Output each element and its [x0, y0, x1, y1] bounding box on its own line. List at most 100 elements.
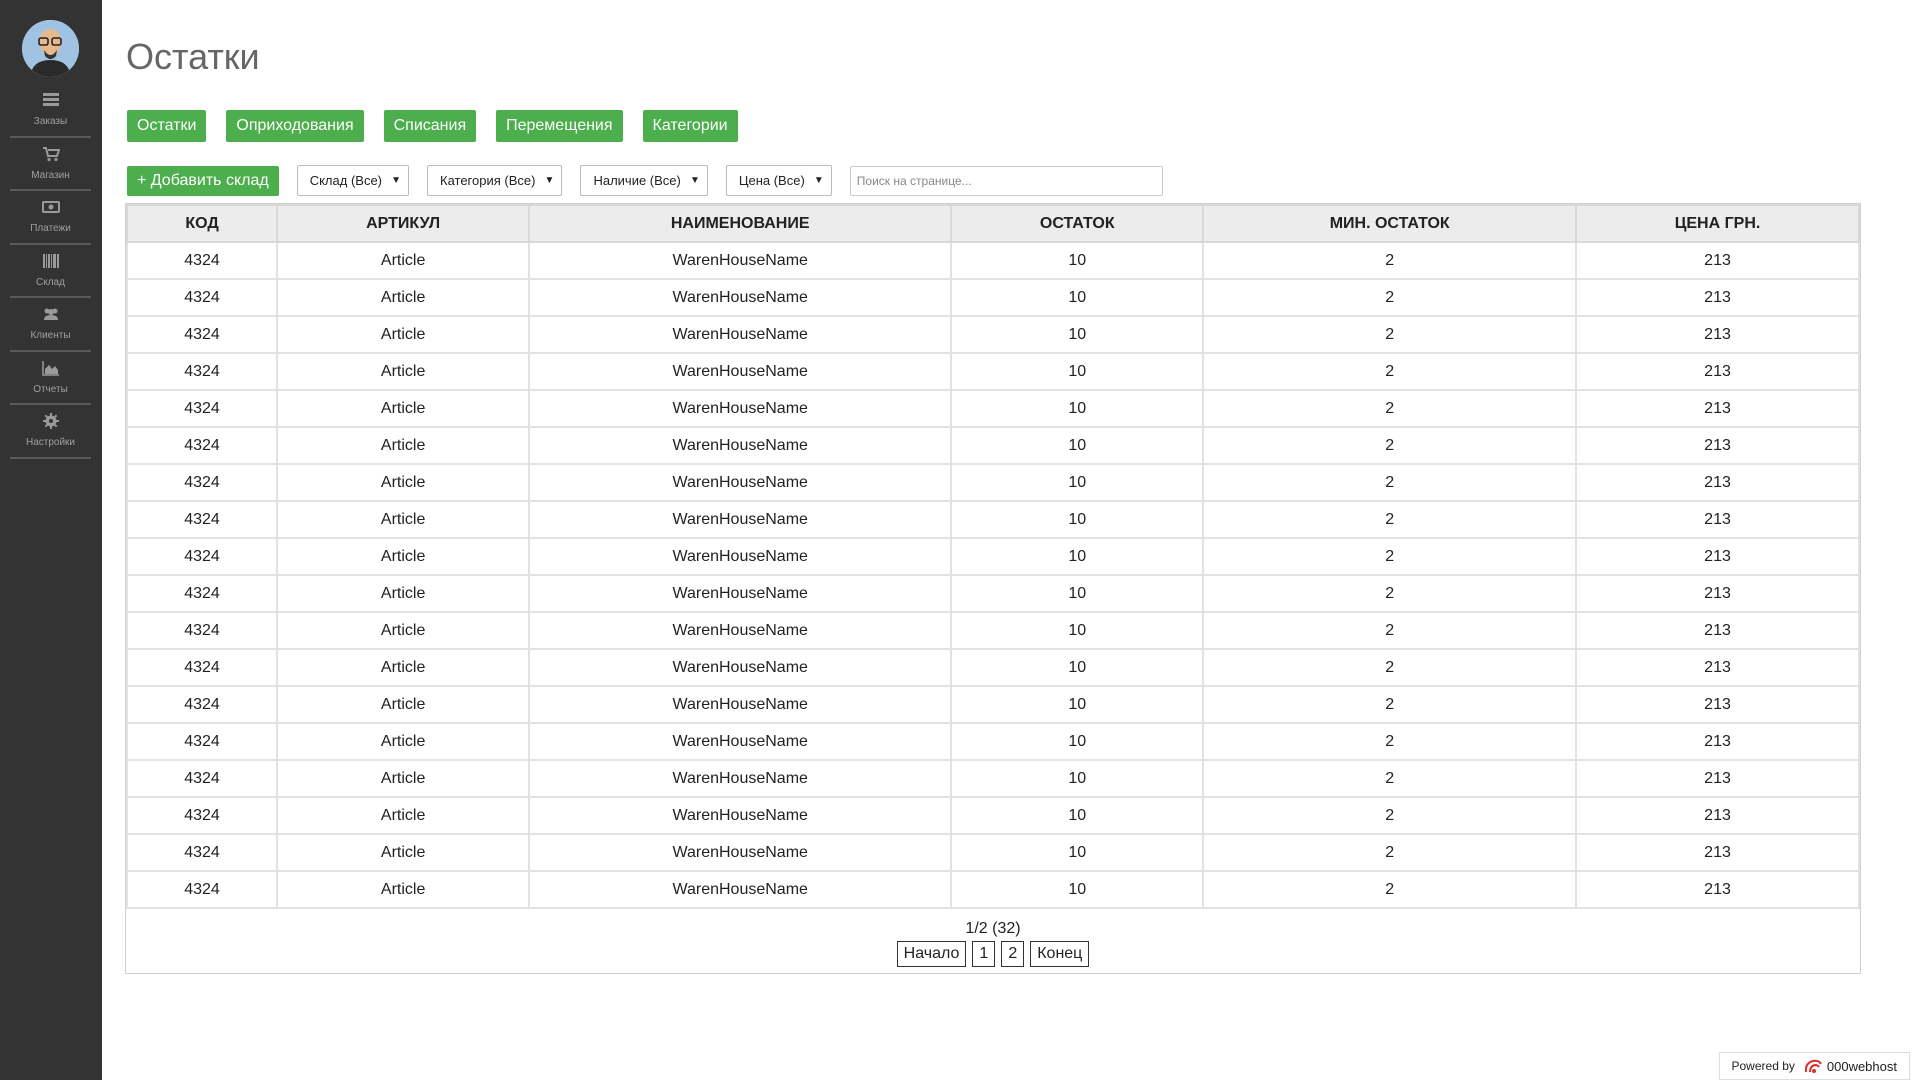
pagination-buttons: Начало 12 Конец: [126, 941, 1860, 967]
table-cell: 213: [1575, 315, 1860, 354]
table-cell: 2: [1202, 315, 1578, 354]
tab-1[interactable]: Остатки: [127, 110, 207, 142]
table-cell: 10: [950, 722, 1205, 761]
filter-select-1[interactable]: Склад (Все) ▼: [296, 165, 409, 196]
table-cell: 10: [950, 352, 1205, 391]
table-row[interactable]: 4324 Article WarenHouseName 10 2 213: [125, 426, 1860, 465]
table-cell: 10: [950, 389, 1205, 428]
table-row[interactable]: 4324 Article WarenHouseName 10 2 213: [125, 574, 1860, 613]
table-row[interactable]: 4324 Article WarenHouseName 10 2 213: [125, 759, 1860, 798]
table-cell: WarenHouseName: [528, 611, 953, 650]
table-cell: 2: [1202, 537, 1578, 576]
avatar[interactable]: [22, 20, 79, 77]
page-number-button[interactable]: 1: [972, 941, 996, 967]
table-row[interactable]: 4324 Article WarenHouseName 10 2 213: [125, 611, 1860, 650]
table-cell: 2: [1202, 870, 1578, 909]
page-numbers: 12: [972, 941, 1025, 967]
table-row[interactable]: 4324 Article WarenHouseName 10 2 213: [125, 500, 1860, 539]
filter-select-2[interactable]: Категория (Все) ▼: [427, 165, 563, 196]
table-cell: Article: [276, 574, 531, 613]
table-cell: 213: [1575, 426, 1860, 465]
table-row[interactable]: 4324 Article WarenHouseName 10 2 213: [125, 389, 1860, 428]
add-warehouse-button[interactable]: + Добавить склад: [127, 165, 279, 196]
sidebar: Заказы Магазин Платежи Склад Клиенты Отчеты На…: [0, 0, 102, 1080]
table-cell: 2: [1202, 722, 1578, 761]
sidebar-item-label: Клиенты: [30, 330, 71, 342]
tab-4[interactable]: Перемещения: [496, 110, 623, 142]
page-last-button[interactable]: Конец: [1030, 941, 1090, 967]
filter-select-value: Наличие (Все): [593, 173, 681, 188]
column-header[interactable]: ЦЕНА ГРН.: [1575, 204, 1860, 243]
column-header[interactable]: КОД: [125, 204, 279, 243]
table-row[interactable]: 4324 Article WarenHouseName 10 2 213: [125, 833, 1860, 872]
table-cell: WarenHouseName: [528, 426, 953, 465]
table-cell: 10: [950, 537, 1205, 576]
table-row[interactable]: 4324 Article WarenHouseName 10 2 213: [125, 241, 1860, 280]
filter-select-value: Цена (Все): [738, 173, 805, 188]
gear-icon: [42, 413, 60, 437]
filter-select-value: Склад (Все): [309, 173, 382, 188]
sidebar-item-label: Настройки: [25, 437, 76, 449]
table-cell: WarenHouseName: [528, 759, 953, 798]
table-cell: WarenHouseName: [528, 463, 953, 502]
table-row[interactable]: 4324 Article WarenHouseName 10 2 213: [125, 315, 1860, 354]
tab-2[interactable]: Оприходования: [226, 110, 364, 142]
powered-by-badge[interactable]: Powered by 000webhost: [1718, 1052, 1910, 1080]
table-row[interactable]: 4324 Article WarenHouseName 10 2 213: [125, 352, 1860, 391]
table-cell: Article: [276, 463, 531, 502]
caret-down-icon: ▼: [813, 175, 824, 186]
table-cell: Article: [276, 759, 531, 798]
table-cell: 4324: [125, 500, 279, 539]
table-cell: 2: [1202, 389, 1578, 428]
table-cell: Article: [276, 352, 531, 391]
page-number-button[interactable]: 2: [1001, 941, 1025, 967]
pagination-info: 1/2 (32): [965, 920, 1021, 937]
search-input[interactable]: [849, 165, 1163, 196]
table-cell: 213: [1575, 796, 1860, 835]
table-row[interactable]: 4324 Article WarenHouseName 10 2 213: [125, 648, 1860, 687]
sidebar-item-label: Отчеты: [33, 383, 68, 395]
table-cell: Article: [276, 500, 531, 539]
table-row[interactable]: 4324 Article WarenHouseName 10 2 213: [125, 870, 1860, 909]
table-cell: 4324: [125, 278, 279, 317]
table-cell: Article: [276, 722, 531, 761]
table-row[interactable]: 4324 Article WarenHouseName 10 2 213: [125, 722, 1860, 761]
table-cell: 213: [1575, 648, 1860, 687]
stock-table-container: КОД АРТИКУЛ НАИМЕНОВАНИЕ ОСТАТОК МИН. ОСТАТО…: [125, 203, 1861, 974]
table-cell: 213: [1575, 870, 1860, 909]
table-row[interactable]: 4324 Article WarenHouseName 10 2 213: [125, 278, 1860, 317]
sidebar-item-2[interactable]: Магазин: [10, 138, 91, 191]
caret-down-icon: ▼: [391, 175, 401, 186]
sidebar-item-6[interactable]: Отчеты: [10, 352, 91, 405]
tab-5[interactable]: Категории: [642, 110, 738, 142]
brand-link[interactable]: 000webhost: [1803, 1057, 1897, 1075]
table-cell: 2: [1202, 611, 1578, 650]
sidebar-item-7[interactable]: Настройки: [10, 405, 91, 459]
table-row[interactable]: 4324 Article WarenHouseName 10 2 213: [125, 463, 1860, 502]
sidebar-item-3[interactable]: Платежи: [10, 191, 91, 245]
filter-select-4[interactable]: Цена (Все) ▼: [725, 165, 832, 196]
column-header[interactable]: АРТИКУЛ: [276, 204, 531, 243]
table-header-row: КОД АРТИКУЛ НАИМЕНОВАНИЕ ОСТАТОК МИН. ОСТАТО…: [125, 204, 1860, 243]
barcode-icon: [42, 253, 60, 277]
table-row[interactable]: 4324 Article WarenHouseName 10 2 213: [125, 685, 1860, 724]
column-header[interactable]: ОСТАТОК: [950, 204, 1205, 243]
column-header[interactable]: МИН. ОСТАТОК: [1202, 204, 1578, 243]
page-first-button[interactable]: Начало: [896, 941, 967, 967]
table-row[interactable]: 4324 Article WarenHouseName 10 2 213: [125, 796, 1860, 835]
filter-select-3[interactable]: Наличие (Все) ▼: [580, 165, 708, 196]
table-cell: 2: [1202, 796, 1578, 835]
caret-down-icon: ▼: [544, 175, 555, 186]
table-cell: 213: [1575, 463, 1860, 502]
main-content: Остатки Остатки Оприходования Списания Пере…: [102, 0, 1920, 1080]
sidebar-item-1[interactable]: Заказы: [10, 84, 91, 138]
table-cell: 2: [1202, 500, 1578, 539]
tab-3[interactable]: Списания: [383, 110, 477, 142]
table-cell: 4324: [125, 611, 279, 650]
table-row[interactable]: 4324 Article WarenHouseName 10 2 213: [125, 537, 1860, 576]
column-header[interactable]: НАИМЕНОВАНИЕ: [528, 204, 953, 243]
sidebar-item-4[interactable]: Склад: [10, 245, 91, 298]
table-cell: 2: [1202, 833, 1578, 872]
table-cell: 213: [1575, 833, 1860, 872]
sidebar-item-5[interactable]: Клиенты: [10, 298, 91, 352]
